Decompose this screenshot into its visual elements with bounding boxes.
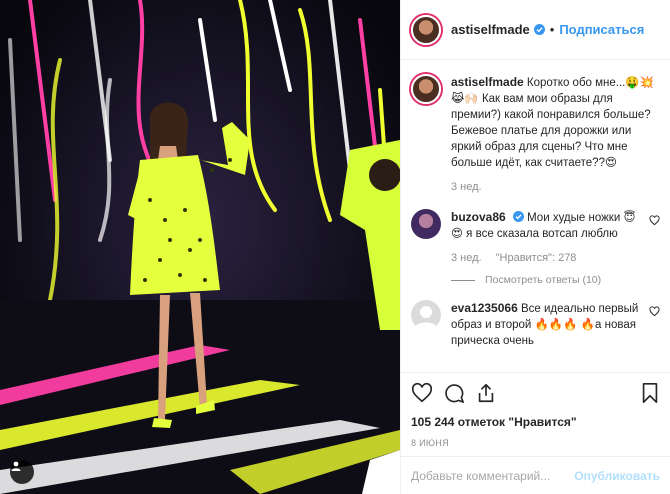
heart-icon[interactable]: [411, 382, 433, 404]
post-side-panel: astiselfmade • Подписаться astiselfmade …: [400, 0, 670, 494]
caption-time[interactable]: 3 нед.: [451, 179, 482, 195]
caption-avatar[interactable]: [411, 74, 441, 104]
user-tag-button[interactable]: [10, 460, 34, 484]
caption: astiselfmade Коротко обо мне...🤑💥😹🙌🏻 Как…: [411, 74, 660, 195]
instagram-post-view: astiselfmade • Подписаться astiselfmade …: [0, 0, 670, 494]
comment-likes[interactable]: "Нравится": 278: [496, 250, 577, 266]
comment-like-heart-icon[interactable]: [649, 306, 660, 317]
likes-count[interactable]: 105 244 отметок "Нравится": [411, 415, 660, 429]
comment-input[interactable]: Добавьте комментарий...: [411, 469, 574, 483]
post-actions: 105 244 отметок "Нравится" 8 ИЮНЯ: [401, 372, 670, 456]
post-header: astiselfmade • Подписаться: [401, 0, 670, 60]
replies-divider: [451, 279, 475, 281]
verified-badge-icon: [512, 211, 524, 222]
comment-username[interactable]: buzova86: [451, 210, 506, 224]
caption-username[interactable]: astiselfmade: [451, 75, 524, 89]
add-comment-bar: Добавьте комментарий... Опубликовать: [401, 456, 670, 494]
comment-item: buzova86 Мои худые ножки 😇😍 я все сказал…: [411, 209, 660, 266]
post-date[interactable]: 8 ИЮНЯ: [411, 438, 660, 448]
share-icon[interactable]: [475, 382, 497, 404]
comment-time[interactable]: 3 нед.: [451, 250, 482, 266]
bookmark-icon[interactable]: [640, 382, 660, 404]
user-tag-icon: [11, 461, 21, 471]
follow-button[interactable]: Подписаться: [559, 22, 644, 37]
comment-like-heart-icon[interactable]: [649, 215, 660, 226]
author-username[interactable]: astiselfmade: [451, 22, 530, 37]
comments-list[interactable]: astiselfmade Коротко обо мне...🤑💥😹🙌🏻 Как…: [401, 60, 670, 372]
default-avatar-icon: [414, 306, 438, 330]
verified-badge-icon: [533, 24, 545, 35]
comment-avatar[interactable]: [411, 300, 441, 330]
view-replies-button[interactable]: Посмотреть ответы (10): [451, 274, 660, 286]
author-avatar[interactable]: [411, 14, 441, 45]
comment-avatar[interactable]: [411, 209, 441, 239]
view-replies-label: Посмотреть ответы (10): [485, 274, 602, 286]
stage-scene: [0, 0, 400, 494]
caption-text: Коротко обо мне...🤑💥😹🙌🏻 Как вам мои обра…: [451, 77, 655, 169]
post-photo[interactable]: [0, 0, 400, 494]
comment-username[interactable]: eva1235066: [451, 301, 518, 315]
comment-item: eva1235066 Все идеально первый образ и в…: [411, 300, 660, 349]
comment-icon[interactable]: [443, 382, 465, 404]
publish-button[interactable]: Опубликовать: [574, 469, 660, 483]
separator-dot: •: [549, 22, 555, 37]
